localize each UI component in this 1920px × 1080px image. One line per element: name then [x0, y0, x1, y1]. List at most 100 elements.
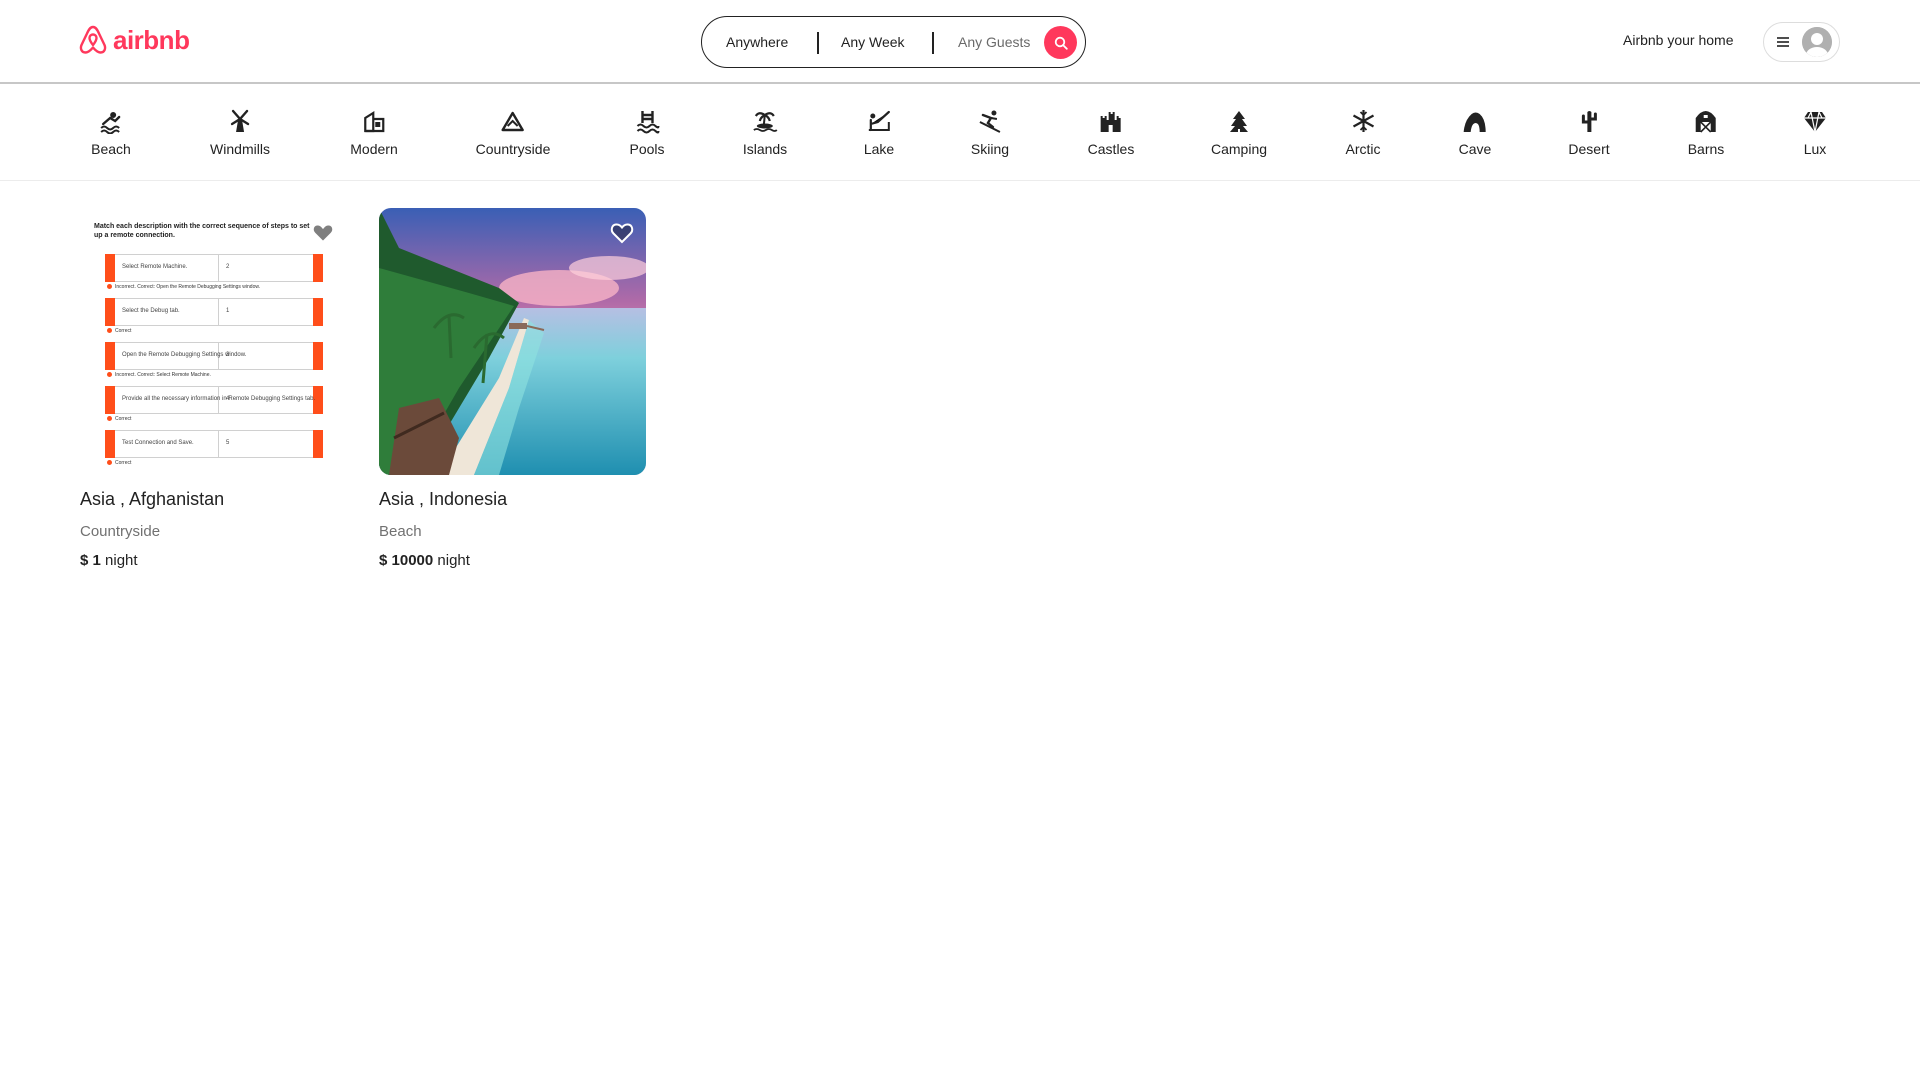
host-link[interactable]: Airbnb your home	[1623, 32, 1734, 48]
skiing-icon	[979, 110, 1001, 133]
category-label: Castles	[1087, 141, 1135, 157]
lake-icon	[868, 110, 891, 132]
doc-row-text: Select Remote Machine.	[122, 264, 188, 270]
doc-row: Select the Debug tab. 1	[105, 298, 323, 326]
price-unit: night	[105, 552, 138, 569]
listing-category: Beach	[379, 523, 422, 540]
user-avatar-icon	[1802, 27, 1832, 57]
listing-card[interactable]: Asia , Indonesia Beach $ 10000 night	[379, 208, 646, 569]
listing-category: Countryside	[80, 523, 161, 540]
castle-icon	[1101, 112, 1121, 132]
category-label: Lux	[1803, 141, 1827, 157]
category-label: Windmills	[210, 141, 270, 157]
user-menu-button[interactable]	[1763, 22, 1840, 62]
listing-card[interactable]: Match each description with the correct …	[80, 208, 347, 569]
category-countryside[interactable]: Countryside	[475, 108, 551, 157]
category-castles[interactable]: Castles	[1087, 108, 1135, 157]
category-pools[interactable]: Pools	[629, 108, 665, 157]
doc-row-text: Select the Debug tab.	[122, 308, 180, 314]
doc-row-num: 3	[226, 352, 230, 358]
listing-photo-beach	[379, 208, 646, 475]
listing-photo[interactable]: Match each description with the correct …	[80, 208, 347, 475]
airbnb-logo-icon	[79, 25, 107, 54]
category-skiing[interactable]: Skiing	[971, 108, 1009, 157]
doc-heading: Match each description with the correct …	[94, 223, 310, 239]
listing-price: $ 10000 night	[379, 552, 646, 569]
doc-row-note: Incorrect. Correct: Select Remote Machin…	[107, 372, 211, 378]
price-amount: 1	[92, 552, 101, 569]
category-label: Modern	[350, 141, 398, 157]
category-label: Countryside	[475, 141, 551, 157]
category-islands[interactable]: Islands	[743, 108, 787, 157]
category-desert[interactable]: Desert	[1568, 108, 1610, 157]
hamburger-icon	[1777, 37, 1789, 47]
doc-row-note: Correct	[107, 416, 131, 422]
search-icon	[1054, 36, 1068, 50]
category-windmills[interactable]: Windmills	[210, 108, 270, 157]
category-lake[interactable]: Lake	[864, 108, 894, 157]
doc-row: Provide all the necessary information in…	[105, 386, 323, 414]
heart-icon[interactable]	[609, 220, 635, 246]
mountain-icon	[501, 111, 525, 132]
doc-row: Select Remote Machine. 2	[105, 254, 323, 282]
category-label: Barns	[1687, 141, 1725, 157]
category-label: Lake	[863, 141, 895, 157]
category-label: Islands	[742, 141, 788, 157]
search-where[interactable]: Anywhere	[726, 34, 788, 50]
category-label: Arctic	[1345, 141, 1381, 157]
category-label: Beach	[91, 141, 131, 157]
doc-row-num: 4	[226, 396, 230, 402]
doc-row-text: Test Connection and Save.	[122, 440, 194, 446]
snowflake-icon	[1352, 110, 1374, 132]
price-amount: 10000	[391, 552, 434, 569]
cave-icon	[1464, 112, 1486, 132]
doc-row-note: Correct	[107, 328, 131, 334]
price-currency: $	[379, 552, 388, 569]
pool-icon	[636, 111, 659, 134]
barn-icon	[1695, 111, 1716, 133]
category-camping[interactable]: Camping	[1211, 108, 1267, 157]
category-cave[interactable]: Cave	[1458, 108, 1492, 157]
doc-row: Test Connection and Save. 5	[105, 430, 323, 458]
category-label: Cave	[1458, 141, 1492, 157]
beach-icon	[100, 112, 121, 134]
category-arctic[interactable]: Arctic	[1346, 108, 1381, 157]
listing-title: Asia , Afghanistan	[80, 489, 225, 509]
modern-house-icon	[363, 111, 385, 133]
top-header: airbnb Anywhere Any Week Any Guests Airb…	[0, 0, 1920, 84]
logo-text: airbnb	[113, 24, 190, 55]
doc-row-num: 5	[226, 440, 230, 446]
search-when[interactable]: Any Week	[841, 34, 905, 50]
category-label: Camping	[1210, 141, 1268, 157]
search-who[interactable]: Any Guests	[958, 34, 1030, 50]
doc-row: Open the Remote Debugging Settings windo…	[105, 342, 323, 370]
category-label: Skiing	[970, 141, 1010, 157]
doc-row-num: 1	[226, 308, 230, 314]
category-label: Pools	[629, 141, 665, 157]
diamond-icon	[1804, 111, 1826, 133]
island-icon	[753, 112, 778, 132]
category-label: Desert	[1568, 141, 1610, 157]
windmill-icon	[230, 109, 250, 132]
search-button[interactable]	[1044, 26, 1077, 59]
category-barns[interactable]: Barns	[1687, 108, 1725, 157]
doc-row-note: Incorrect. Correct: Open the Remote Debu…	[107, 284, 260, 290]
heart-icon[interactable]	[310, 220, 336, 246]
listing-photo-document: Match each description with the correct …	[80, 208, 347, 475]
search-divider	[932, 32, 934, 54]
category-lux[interactable]: Lux	[1802, 108, 1828, 157]
camping-icon	[1230, 111, 1248, 133]
cactus-icon	[1581, 111, 1597, 132]
category-beach[interactable]: Beach	[91, 108, 131, 157]
price-unit: night	[437, 552, 470, 569]
search-divider	[817, 32, 819, 54]
doc-row-num: 2	[226, 264, 230, 270]
doc-row-note: Correct	[107, 460, 131, 466]
airbnb-logo[interactable]: airbnb	[78, 24, 190, 56]
listing-photo[interactable]	[379, 208, 646, 475]
doc-row-text: Provide all the necessary information in…	[122, 396, 316, 402]
category-modern[interactable]: Modern	[350, 108, 398, 157]
category-bar: Beach Windmills Modern Countryside Pools…	[0, 86, 1920, 181]
price-currency: $	[80, 552, 89, 569]
search-bar[interactable]: Anywhere Any Week Any Guests	[701, 16, 1086, 68]
